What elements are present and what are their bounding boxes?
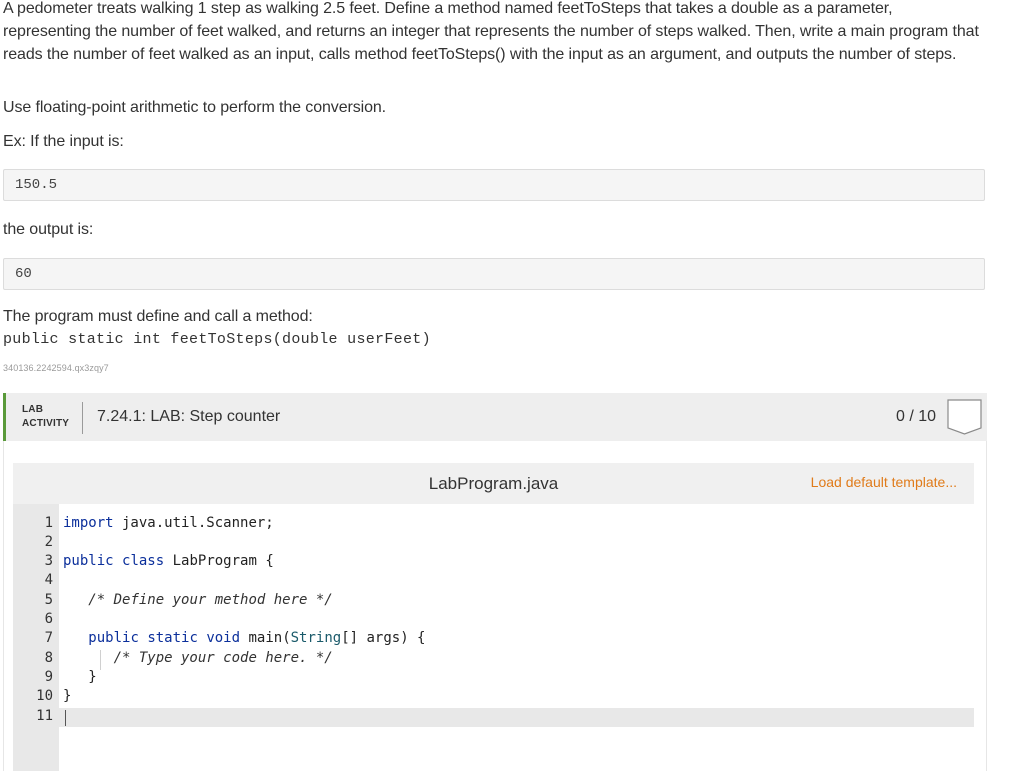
- lab-tag-line2: ACTIVITY: [22, 418, 70, 429]
- active-line-highlight: [13, 708, 974, 727]
- line-number: 6: [44, 611, 53, 627]
- line-number: 4: [44, 572, 53, 588]
- line-number: 7: [44, 630, 53, 646]
- code-line[interactable]: public static void main(String[] args) {: [63, 630, 425, 646]
- completion-badge-icon: [947, 399, 982, 435]
- method-requirement: The program must define and call a metho…: [3, 308, 313, 325]
- example-input-box: 150.5: [3, 169, 985, 201]
- example-output-label: the output is:: [3, 221, 94, 238]
- problem-intro: A pedometer treats walking 1 step as wal…: [3, 0, 979, 63]
- code-line[interactable]: /* Type your code here. */: [63, 650, 333, 666]
- header-divider: [82, 402, 83, 434]
- line-number: 8: [44, 650, 53, 666]
- lab-activity-header: LAB ACTIVITY 7.24.1: LAB: Step counter 0…: [3, 393, 987, 441]
- code-line[interactable]: }: [63, 669, 96, 685]
- code-line[interactable]: public class LabProgram {: [63, 553, 274, 569]
- score-display: 0 / 10: [896, 408, 937, 425]
- content-id: 340136.2242594.qx3zqy7: [3, 363, 109, 373]
- line-number: 3: [44, 553, 53, 569]
- code-line[interactable]: }: [63, 688, 71, 704]
- line-number: 11: [36, 708, 53, 724]
- load-default-template-link[interactable]: Load default template...: [811, 474, 957, 490]
- lab-title: 7.24.1: LAB: Step counter: [97, 408, 281, 425]
- line-number: 1: [44, 515, 53, 531]
- example-output-box: 60: [3, 258, 985, 290]
- line-number: 5: [44, 592, 53, 608]
- method-signature: public static int feetToSteps(double use…: [3, 331, 431, 348]
- lab-tag-line1: LAB: [22, 404, 44, 415]
- line-number: 10: [36, 688, 53, 704]
- conversion-note: Use floating-point arithmetic to perform…: [3, 99, 387, 116]
- text-cursor: [65, 710, 66, 726]
- line-number: 2: [44, 534, 53, 550]
- editor-file-bar: LabProgram.java Load default template...: [13, 463, 974, 504]
- lab-activity-tag: LAB ACTIVITY: [22, 403, 69, 431]
- code-line[interactable]: /* Define your method here */: [63, 592, 332, 608]
- line-number: 9: [44, 669, 53, 685]
- code-line[interactable]: import java.util.Scanner;: [63, 515, 274, 531]
- example-input-label: Ex: If the input is:: [3, 133, 124, 150]
